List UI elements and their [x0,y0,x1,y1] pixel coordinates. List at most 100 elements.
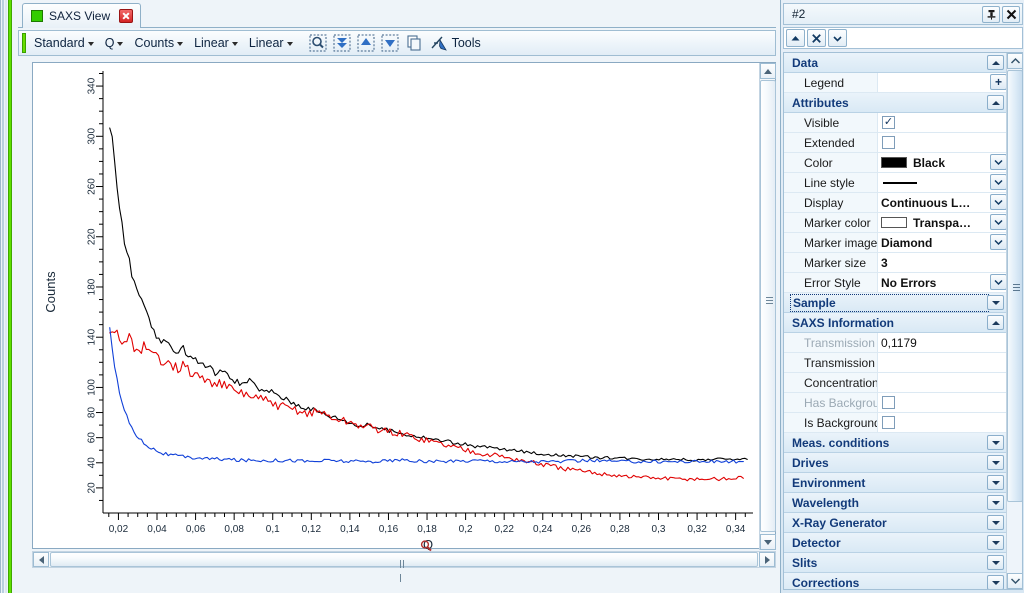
property-value[interactable]: 3 [878,253,1008,272]
property-group-header-saxs-information[interactable]: SAXS Information [784,313,1008,333]
property-value[interactable] [878,353,1008,372]
property-row[interactable]: Display Continuous L… [784,193,1008,213]
svg-text:0,04: 0,04 [147,524,167,535]
property-row[interactable]: Marker size 3 [784,253,1008,273]
property-group-header-meas-conditions[interactable]: Meas. conditions [784,433,1008,453]
property-row[interactable]: Error Style No Errors [784,273,1008,293]
panel-vertical-scrollbar[interactable] [1006,53,1022,589]
property-row[interactable]: Line style [784,173,1008,193]
property-value[interactable]: Transpa… [878,213,1008,232]
zoom-magnifier-icon[interactable] [307,33,329,54]
panel-scroll-up-button[interactable] [1007,53,1022,69]
panel-close-icon[interactable] [1002,5,1020,23]
property-row[interactable]: Has Backgroun [784,393,1008,413]
scroll-right-button[interactable] [759,552,775,567]
clear-x-icon[interactable] [807,29,826,47]
expand-group-button[interactable] [987,295,1004,310]
tools-button[interactable]: Tools [426,32,485,54]
property-value[interactable] [878,413,1008,432]
property-row[interactable]: Transmission [784,353,1008,373]
property-value[interactable] [878,133,1008,152]
property-row[interactable]: Color Black [784,153,1008,173]
property-group-header-wavelength[interactable]: Wavelength [784,493,1008,513]
toolbar-grip[interactable] [22,33,26,53]
checkbox-icon[interactable] [882,416,895,429]
combo-dropdown-button[interactable] [990,174,1007,190]
frame-stripe-outer [2,0,4,593]
copy-icon[interactable] [403,33,425,54]
collapse-group-button[interactable] [987,95,1004,110]
tab-close-icon[interactable] [119,9,134,23]
checkbox-icon[interactable] [882,136,895,149]
chart-horizontal-scrollbar[interactable] [32,551,776,582]
combo-dropdown-button[interactable] [990,234,1007,250]
combo-dropdown-button[interactable] [990,154,1007,170]
expand-down-icon[interactable] [331,33,353,54]
collapse-group-button[interactable] [987,55,1004,70]
combo-dropdown-button[interactable] [990,194,1007,210]
property-value[interactable] [878,393,1008,412]
move-up-icon[interactable] [355,33,377,54]
expand-group-button[interactable] [987,535,1004,550]
property-value[interactable]: + [878,73,1008,92]
scroll-left-button[interactable] [33,552,49,567]
expand-group-button[interactable] [987,515,1004,530]
toolbar-menu-q[interactable]: Q [100,34,129,52]
scroll-down-button[interactable] [760,534,776,550]
property-group-header-slits[interactable]: Slits [784,553,1008,573]
checkbox-icon[interactable] [882,396,895,409]
panel-scroll-thumb[interactable] [1007,70,1022,502]
expand-group-button[interactable] [987,495,1004,510]
toolbar-menu-yscale[interactable]: Linear [244,34,298,52]
property-row[interactable]: Legend + [784,73,1008,93]
property-row[interactable]: Is Background [784,413,1008,433]
expand-group-button[interactable] [987,435,1004,450]
property-group-header-drives[interactable]: Drives [784,453,1008,473]
arrow-up-icon[interactable] [786,29,805,47]
property-group-header-data[interactable]: Data [784,53,1008,73]
property-value[interactable]: Diamond [878,233,1008,252]
property-row[interactable]: Marker image Diamond [784,233,1008,253]
property-value[interactable]: ✓ [878,113,1008,132]
scroll-up-button[interactable] [760,63,776,79]
property-value[interactable]: No Errors [878,273,1008,292]
horizontal-scroll-thumb[interactable] [50,552,758,582]
property-group-header-sample[interactable]: Sample [784,293,1008,313]
property-value[interactable]: Continuous L… [878,193,1008,212]
property-value[interactable]: 0,1179 [878,333,1008,352]
chevron-down-icon[interactable] [828,29,847,47]
panel-scroll-down-button[interactable] [1007,573,1022,589]
add-legend-button[interactable]: + [990,74,1007,90]
vertical-scroll-thumb[interactable] [760,80,776,532]
collapse-group-button[interactable] [987,315,1004,330]
toolbar-menu-xscale[interactable]: Linear [189,34,243,52]
tab-saxs-view[interactable]: SAXS View [22,3,142,28]
property-group-header-detector[interactable]: Detector [784,533,1008,553]
chart-plot-container[interactable]: 20 40 60 80 100 140 180 220 260 300 340 0,02 0,04 0,0… [33,63,760,550]
property-row[interactable]: Concentration [784,373,1008,393]
property-row[interactable]: Transmission w0,1179 [784,333,1008,353]
combo-dropdown-button[interactable] [990,274,1007,290]
checkbox-checked-icon[interactable]: ✓ [882,116,895,129]
expand-group-button[interactable] [987,475,1004,490]
expand-group-button[interactable] [987,575,1004,589]
move-down-icon[interactable] [379,33,401,54]
property-value[interactable] [878,173,1008,192]
expand-group-button[interactable] [987,555,1004,570]
property-group-header-x-ray-generator[interactable]: X-Ray Generator [784,513,1008,533]
property-row[interactable]: Visible ✓ [784,113,1008,133]
chart-vertical-scrollbar[interactable] [759,63,776,550]
toolbar-menu-standard[interactable]: Standard [29,34,99,52]
property-group-header-environment[interactable]: Environment [784,473,1008,493]
pin-icon[interactable] [982,5,1000,23]
property-value[interactable] [878,373,1008,392]
property-group-header-corrections[interactable]: Corrections [784,573,1008,589]
saxs-line-chart[interactable]: 20 40 60 80 100 140 180 220 260 300 340 0,02 0,04 0,0… [33,63,760,550]
property-row[interactable]: Marker color Transpa… [784,213,1008,233]
expand-group-button[interactable] [987,455,1004,470]
combo-dropdown-button[interactable] [990,214,1007,230]
property-row[interactable]: Extended [784,133,1008,153]
property-group-header-attributes[interactable]: Attributes [784,93,1008,113]
property-value[interactable]: Black [878,153,1008,172]
toolbar-menu-counts[interactable]: Counts [129,34,188,52]
